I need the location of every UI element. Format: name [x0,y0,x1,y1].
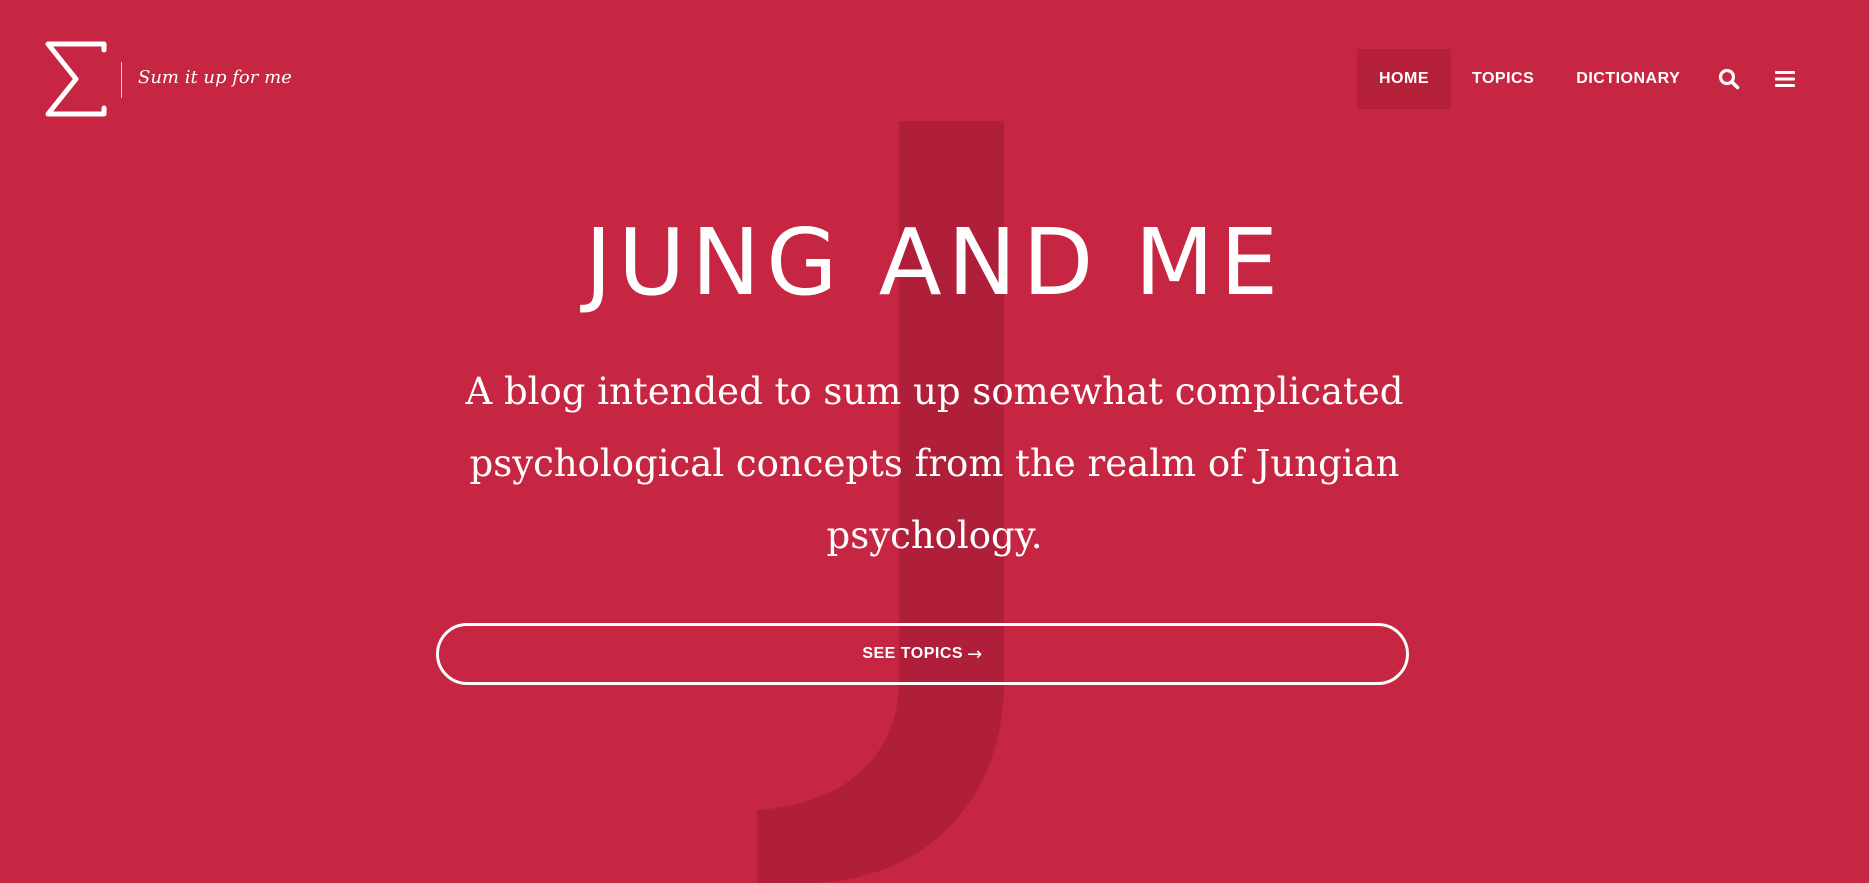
arrow-right-icon: → [967,643,983,665]
menu-button[interactable] [1757,49,1813,109]
nav-item-topics-label: TOPICS [1472,70,1535,87]
hamburger-menu-icon [1775,71,1796,87]
logo-divider [121,62,122,98]
nav-item-home-label: HOME [1379,70,1429,87]
nav-item-dictionary[interactable]: DICTIONARY [1555,49,1701,109]
nav-item-topics[interactable]: TOPICS [1451,49,1555,109]
search-icon [1719,68,1740,90]
nav-item-dictionary-label: DICTIONARY [1576,70,1681,87]
main-nav: HOME TOPICS DICTIONARY [1357,49,1813,109]
nav-item-home[interactable]: HOME [1357,49,1451,109]
hero-title: JUNG AND ME [584,209,1285,316]
hero-subtitle: A blog intended to sum up somewhat compl… [465,370,1404,557]
sigma-logo-icon[interactable] [44,40,110,118]
see-topics-button[interactable]: SEE TOPICS → [436,623,1409,685]
search-button[interactable] [1701,49,1757,109]
site-tagline: Sum it up for me [138,67,292,88]
hero-section: Sum it up for me HOME TOPICS DICTIONARY … [0,0,1869,883]
see-topics-label: SEE TOPICS [862,645,964,662]
